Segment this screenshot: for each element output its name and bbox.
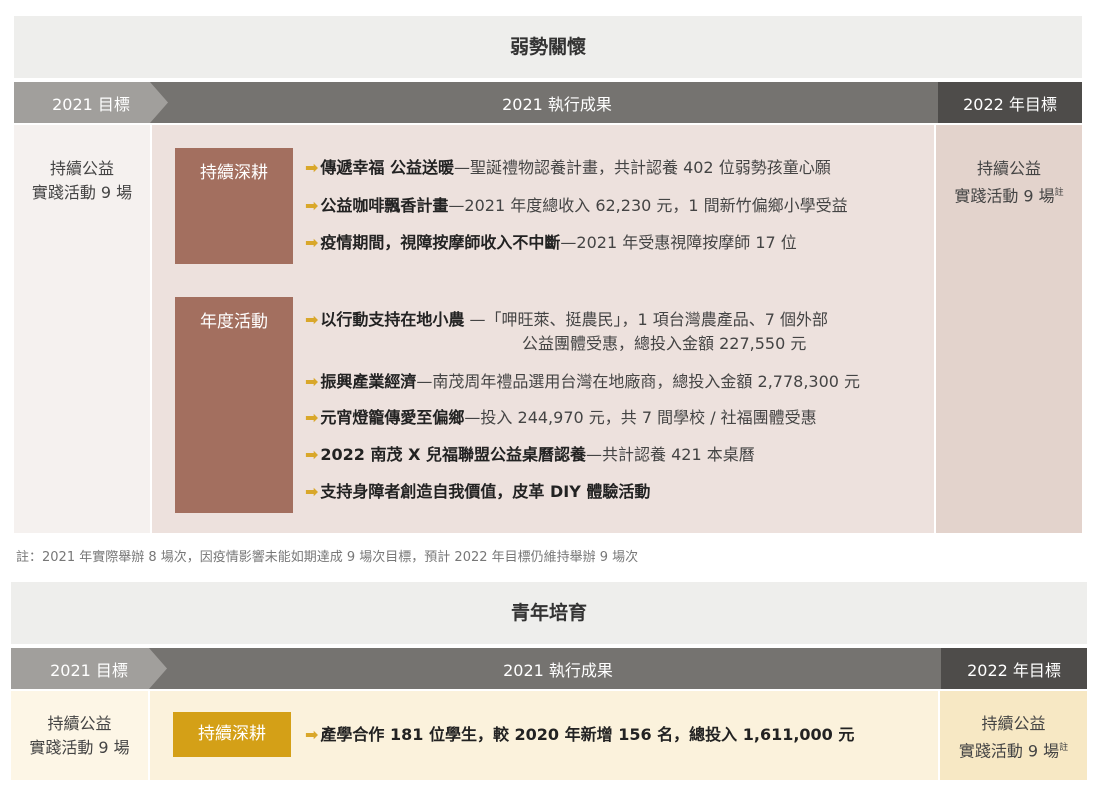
- arrow-icon: ➡: [305, 408, 319, 427]
- right-goal-line1: 持續公益: [981, 714, 1046, 733]
- tag-annual-label: 年度活動: [200, 312, 268, 332]
- list-item: ➡ 2022 南茂 X 兒福聯盟公益桌曆認養—共計認養 421 本桌曆: [305, 443, 755, 467]
- item-title: 公益咖啡飄香計畫: [320, 196, 449, 215]
- arrow-icon: ➡: [305, 310, 319, 329]
- item-title: 2022 南茂 X 兒福聯盟公益桌曆認養: [320, 445, 586, 464]
- section2-header: 2021 執行成果 2022 年目標 2021 目標: [11, 648, 1087, 689]
- section1-title: 弱勢關懷: [14, 16, 1082, 78]
- left-goal-line1: 持續公益: [49, 159, 114, 178]
- section2-left-goal: 持續公益 實踐活動 9 場: [11, 712, 148, 760]
- right-goal-line2-wrap: 實踐活動 9 場註: [936, 181, 1082, 208]
- header-results-label: 2021 執行成果: [502, 94, 612, 114]
- item-title: 振興產業經濟: [320, 372, 417, 391]
- section1-header: 2021 執行成果 2022 年目標 2021 目標: [14, 82, 1082, 123]
- right-goal-line2: 實踐活動 9 場: [954, 186, 1055, 206]
- arrow-icon: ➡: [305, 372, 319, 391]
- list-item: ➡ 產學合作 181 位學生，較 2020 年新增 156 名，總投入 1,611…: [305, 723, 854, 747]
- right-goal-line1: 持續公益: [976, 159, 1041, 178]
- tag-sustained-label: 持續深耕: [200, 163, 268, 183]
- right-goal-line2: 實踐活動 9 場: [958, 741, 1060, 761]
- item-title: 元宵燈籠傳愛至偏鄉: [320, 408, 465, 427]
- item-text: —投入 244,970 元，共 7 間學校 / 社福團體受惠: [464, 408, 817, 427]
- item-text: —2021 年度總收入 62,230 元，1 間新竹偏鄉小學受益: [448, 196, 848, 215]
- header-results-label: 2021 執行成果: [503, 660, 613, 680]
- arrow-icon: ➡: [305, 445, 319, 464]
- list-item-continuation: 公益團體受惠，總投入金額 227,550 元: [522, 332, 806, 356]
- header-2021-goal: 2021 目標: [11, 648, 167, 689]
- item-text-2: 公益團體受惠，總投入金額 227,550 元: [522, 334, 807, 353]
- section2-right-goal: 持續公益 實踐活動 9 場註: [940, 712, 1087, 763]
- note-marker: 註: [1059, 743, 1069, 753]
- item-text: —2021 年受惠視障按摩師 17 位: [560, 233, 797, 252]
- item-text: —南茂周年禮品選用台灣在地廠商，總投入金額 2,778,300 元: [416, 372, 861, 391]
- header-2022-label: 2022 年目標: [963, 94, 1057, 114]
- tag-annual: 年度活動: [175, 297, 293, 513]
- arrow-icon: ➡: [305, 158, 319, 177]
- item-title: 產學合作 181 位學生，較 2020 年新增 156 名，總投入 1,611,…: [320, 725, 855, 744]
- list-item: ➡ 元宵燈籠傳愛至偏鄉—投入 244,970 元，共 7 間學校 / 社福團體受惠: [305, 406, 817, 430]
- item-text: —「呷旺萊、挺農民」，1 項台灣農產品、7 個外部: [464, 310, 829, 329]
- section1-left-goal: 持續公益 實踐活動 9 場: [14, 157, 150, 205]
- header-results: 2021 執行成果: [143, 648, 973, 689]
- arrow-icon: ➡: [305, 482, 319, 501]
- list-item: ➡ 公益咖啡飄香計畫—2021 年度總收入 62,230 元，1 間新竹偏鄉小學受…: [305, 194, 848, 218]
- section1-right-goal: 持續公益 實踐活動 9 場註: [936, 157, 1082, 208]
- left-goal-line2: 實踐活動 9 場: [31, 183, 133, 202]
- header-2021-label: 2021 目標: [52, 94, 130, 114]
- header-2022-goal: 2022 年目標: [938, 82, 1082, 123]
- header-results: 2021 執行成果: [144, 82, 970, 123]
- item-title: 以行動支持在地小農: [320, 310, 465, 329]
- right-goal-line2-wrap: 實踐活動 9 場註: [940, 736, 1087, 763]
- list-item: ➡ 疫情期間，視障按摩師收入不中斷—2021 年受惠視障按摩師 17 位: [305, 231, 797, 255]
- arrow-icon: ➡: [305, 196, 319, 215]
- left-goal-line1: 持續公益: [47, 714, 112, 733]
- header-2022-goal: 2022 年目標: [941, 648, 1087, 689]
- tag-sustained-youth: 持續深耕: [173, 712, 291, 757]
- item-title: 傳遞幸福 公益送暖: [320, 158, 454, 177]
- tag-sustained: 持續深耕: [175, 148, 293, 264]
- arrow-icon: ➡: [305, 725, 319, 744]
- item-title: 疫情期間，視障按摩師收入不中斷: [320, 233, 561, 252]
- list-item: ➡ 傳遞幸福 公益送暖—聖誕禮物認養計畫，共計認養 402 位弱勢孩童心願: [305, 156, 831, 180]
- footnote: 註：2021 年實際舉辦 8 場次，因疫情影響未能如期達成 9 場次目標，預計 …: [16, 550, 639, 565]
- tag-sustained-youth-label: 持續深耕: [198, 724, 266, 744]
- list-item: ➡ 以行動支持在地小農 —「呷旺萊、挺農民」，1 項台灣農產品、7 個外部: [305, 308, 828, 332]
- note-marker: 註: [1054, 188, 1064, 198]
- list-item: ➡ 振興產業經濟—南茂周年禮品選用台灣在地廠商，總投入金額 2,778,300 元: [305, 370, 860, 394]
- list-item: ➡ 支持身障者創造自我價值，皮革 DIY 體驗活動: [305, 480, 650, 504]
- item-text: —共計認養 421 本桌曆: [586, 445, 755, 464]
- header-2022-label: 2022 年目標: [967, 660, 1061, 680]
- item-title: 支持身障者創造自我價值，皮革 DIY 體驗活動: [320, 482, 651, 501]
- item-text: —聖誕禮物認養計畫，共計認養 402 位弱勢孩童心願: [453, 158, 831, 177]
- section2-title: 青年培育: [11, 582, 1087, 644]
- left-goal-line2: 實踐活動 9 場: [29, 738, 130, 757]
- arrow-icon: ➡: [305, 233, 319, 252]
- header-2021-goal: 2021 目標: [14, 82, 168, 123]
- header-2021-label: 2021 目標: [50, 660, 128, 680]
